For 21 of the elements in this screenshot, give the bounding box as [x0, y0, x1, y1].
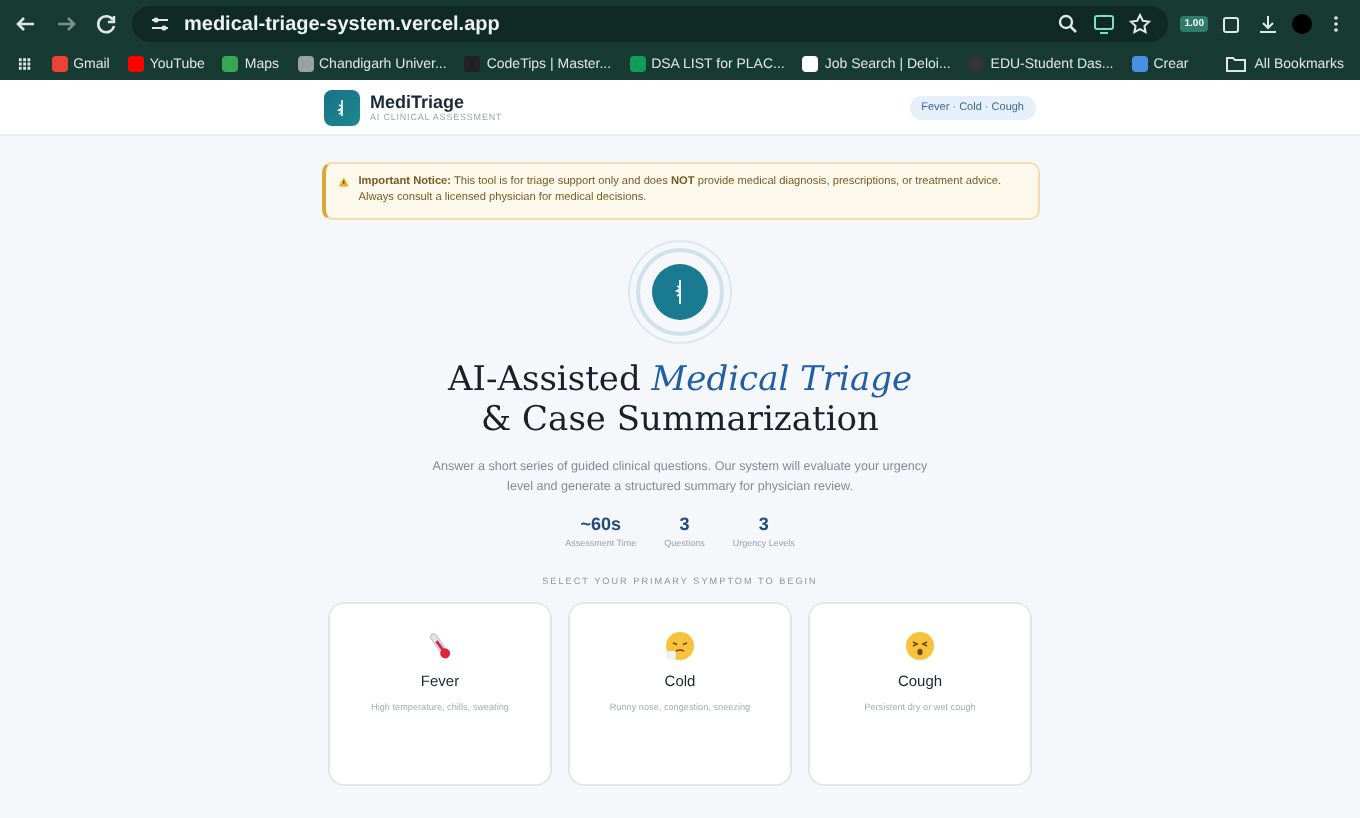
site-settings-icon[interactable]: [148, 12, 172, 36]
folder-icon: [1224, 52, 1249, 76]
hero-title: & Case Summarization: [481, 400, 879, 442]
address-bar[interactable]: medical-triage-system.vercel.app: [132, 6, 1169, 42]
stat-value: ~60s: [580, 513, 621, 534]
tired-face-icon: [904, 629, 936, 662]
hero-title: AI-Assisted Medical Triage: [447, 359, 913, 401]
reload-icon[interactable]: [92, 10, 120, 38]
warning-icon: [337, 174, 349, 190]
apps-grid-icon[interactable]: [16, 52, 34, 76]
emblem-icon: [628, 239, 732, 344]
thermometer-icon: [424, 629, 456, 662]
brand-name: MediTriage: [370, 93, 467, 111]
stat-value: 3: [758, 513, 769, 534]
sneezing-face-icon: [664, 629, 696, 662]
stat-value: 3: [679, 513, 690, 534]
star-icon[interactable]: [1128, 12, 1153, 36]
search-icon[interactable]: [1056, 12, 1081, 36]
monitor-icon[interactable]: [1092, 12, 1117, 36]
download-icon[interactable]: [1256, 12, 1280, 36]
logo-icon: [324, 89, 360, 125]
